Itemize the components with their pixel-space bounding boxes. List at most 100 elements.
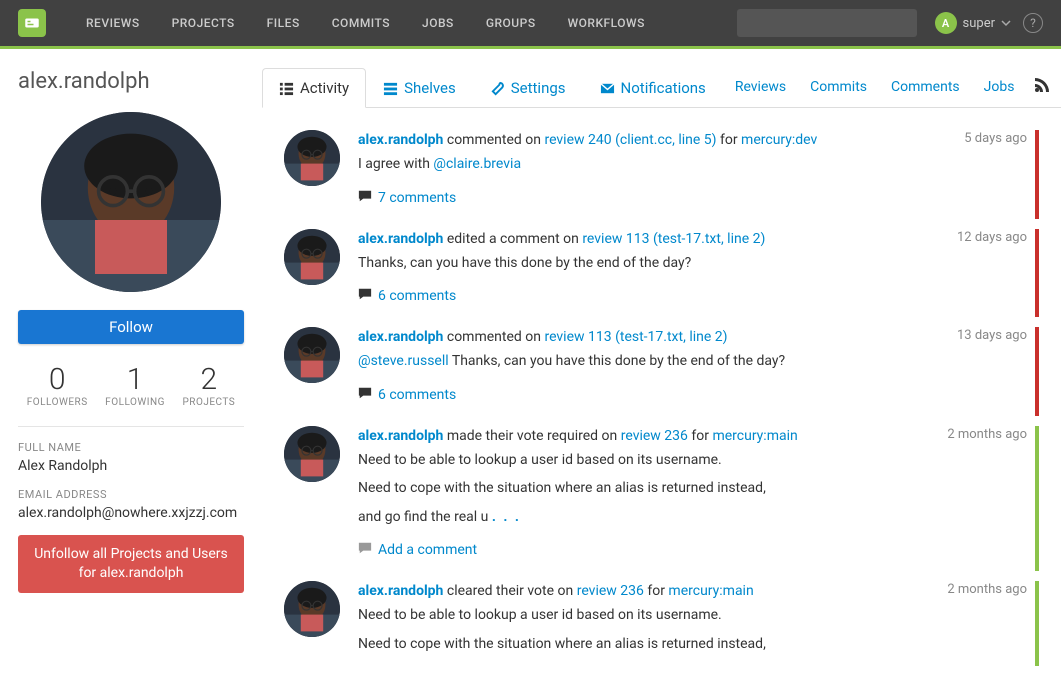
nav-files[interactable]: FILES xyxy=(251,0,316,46)
activity-time: 5 days ago xyxy=(964,130,1027,146)
mention-link[interactable]: @steve.russell xyxy=(358,353,449,369)
target-link[interactable]: review 240 (client.cc, line 5) xyxy=(544,132,716,148)
tab-activity[interactable]: Activity xyxy=(262,68,366,108)
chevron-down-icon xyxy=(1001,18,1011,28)
activity-time: 2 months ago xyxy=(947,581,1027,597)
nav-reviews[interactable]: REVIEWS xyxy=(70,0,156,46)
user-link[interactable]: alex.randolph xyxy=(358,428,443,444)
comments-link[interactable]: 6 comments xyxy=(358,287,1027,305)
project-link[interactable]: mercury:main xyxy=(668,583,753,599)
project-link[interactable]: mercury:dev xyxy=(741,132,817,148)
activity-body: Need to be able to lookup a user id base… xyxy=(358,450,1027,527)
user-name: super xyxy=(963,16,995,31)
target-link[interactable]: review 236 xyxy=(621,428,688,444)
activity-body: @steve.russell Thanks, can you have this… xyxy=(358,351,1027,371)
activity-body: Thanks, can you have this done by the en… xyxy=(358,253,1027,273)
subtab-commits[interactable]: Commits xyxy=(798,69,879,105)
user-avatar-icon: A xyxy=(935,12,957,34)
nav-jobs[interactable]: JOBS xyxy=(406,0,470,46)
search-input[interactable] xyxy=(737,9,917,37)
subtab-comments[interactable]: Comments xyxy=(879,69,972,105)
rss-icon xyxy=(1034,77,1050,93)
stat-value: 1 xyxy=(105,362,165,397)
activity-title: alex.randolph cleared their vote on revi… xyxy=(358,581,937,601)
expand-ellipsis[interactable]: . . . xyxy=(492,509,521,525)
stat-followers[interactable]: 0 FOLLOWERS xyxy=(27,362,88,408)
add-comment-link[interactable]: Add a comment xyxy=(358,541,1027,559)
tab-label: Shelves xyxy=(404,79,456,97)
profile-username: alex.randolph xyxy=(18,69,244,94)
activity-time: 13 days ago xyxy=(957,327,1027,343)
subtab-reviews[interactable]: Reviews xyxy=(723,69,798,105)
wrench-icon xyxy=(490,81,505,96)
activity-time: 12 days ago xyxy=(957,229,1027,245)
user-link[interactable]: alex.randolph xyxy=(358,231,443,247)
subtab-jobs[interactable]: Jobs xyxy=(972,69,1027,105)
activity-time: 2 months ago xyxy=(947,426,1027,442)
target-link[interactable]: review 236 xyxy=(577,583,644,599)
tab-label: Activity xyxy=(300,79,349,97)
comments-link[interactable]: 6 comments xyxy=(358,386,1027,404)
email-value: alex.randolph@nowhere.xxjzzj.com xyxy=(18,505,244,521)
project-link[interactable]: mercury:main xyxy=(712,428,797,444)
sidebar: alex.randolph Follow 0 FOLLOWERS 1 FOLLO… xyxy=(0,49,262,676)
rss-button[interactable] xyxy=(1026,67,1061,107)
user-link[interactable]: alex.randolph xyxy=(358,132,443,148)
activity-avatar[interactable] xyxy=(284,581,340,637)
stat-value: 2 xyxy=(182,362,235,397)
activity-body: I agree with @claire.brevia xyxy=(358,154,1027,174)
target-link[interactable]: review 113 (test-17.txt, line 2) xyxy=(582,231,765,247)
envelope-icon xyxy=(600,81,615,96)
shelves-icon xyxy=(383,81,398,96)
follow-button[interactable]: Follow xyxy=(18,310,244,344)
nav-workflows[interactable]: WORKFLOWS xyxy=(552,0,661,46)
nav-projects[interactable]: PROJECTS xyxy=(156,0,251,46)
email-label: EMAIL ADDRESS xyxy=(18,488,244,501)
activity-avatar[interactable] xyxy=(284,426,340,482)
activity-feed: alex.randolph commented on review 240 (c… xyxy=(262,108,1061,676)
comments-link[interactable]: 7 comments xyxy=(358,189,1027,207)
help-button[interactable]: ? xyxy=(1023,13,1043,33)
topbar: REVIEWSPROJECTSFILESCOMMITSJOBSGROUPSWOR… xyxy=(0,0,1061,46)
activity-body: Need to be able to lookup a user id base… xyxy=(358,605,1027,654)
unfollow-all-button[interactable]: Unfollow all Projects and Users for alex… xyxy=(18,535,244,593)
list-icon xyxy=(279,81,294,96)
stat-label: FOLLOWING xyxy=(105,397,165,408)
activity-avatar[interactable] xyxy=(284,327,340,383)
nav-commits[interactable]: COMMITS xyxy=(316,0,406,46)
activity-item: alex.randolph edited a comment on review… xyxy=(284,229,1039,328)
tab-label: Settings xyxy=(511,79,566,97)
stat-projects[interactable]: 2 PROJECTS xyxy=(182,362,235,408)
activity-item: alex.randolph made their vote required o… xyxy=(284,426,1039,581)
activity-item: alex.randolph commented on review 240 (c… xyxy=(284,130,1039,229)
profile-stats: 0 FOLLOWERS 1 FOLLOWING 2 PROJECTS xyxy=(18,362,244,408)
mention-link[interactable]: @claire.brevia xyxy=(433,156,521,172)
search-wrap xyxy=(737,9,917,37)
tab-notifications[interactable]: Notifications xyxy=(583,68,723,107)
stat-following[interactable]: 1 FOLLOWING xyxy=(105,362,165,408)
activity-avatar[interactable] xyxy=(284,229,340,285)
activity-title: alex.randolph commented on review 113 (t… xyxy=(358,327,947,347)
content: Activity Shelves Settings Notifications … xyxy=(262,49,1061,676)
nav-groups[interactable]: GROUPS xyxy=(470,0,552,46)
tab-label: Notifications xyxy=(621,79,706,97)
activity-title: alex.randolph made their vote required o… xyxy=(358,426,937,446)
tab-shelves[interactable]: Shelves xyxy=(366,68,473,107)
fullname-label: FULL NAME xyxy=(18,441,244,454)
stat-label: FOLLOWERS xyxy=(27,397,88,408)
user-link[interactable]: alex.randolph xyxy=(358,329,443,345)
activity-avatar[interactable] xyxy=(284,130,340,186)
nav-links: REVIEWSPROJECTSFILESCOMMITSJOBSGROUPSWOR… xyxy=(70,0,661,46)
user-link[interactable]: alex.randolph xyxy=(358,583,443,599)
user-menu[interactable]: A super xyxy=(935,12,1011,34)
activity-title: alex.randolph edited a comment on review… xyxy=(358,229,947,249)
tabs: Activity Shelves Settings Notifications … xyxy=(262,67,1061,108)
activity-title: alex.randolph commented on review 240 (c… xyxy=(358,130,954,150)
activity-item: alex.randolph cleared their vote on revi… xyxy=(284,581,1039,676)
logo[interactable] xyxy=(18,9,46,37)
fullname-value: Alex Randolph xyxy=(18,458,244,474)
stat-value: 0 xyxy=(27,362,88,397)
target-link[interactable]: review 113 (test-17.txt, line 2) xyxy=(544,329,727,345)
tab-settings[interactable]: Settings xyxy=(473,68,583,107)
activity-item: alex.randolph commented on review 113 (t… xyxy=(284,327,1039,426)
